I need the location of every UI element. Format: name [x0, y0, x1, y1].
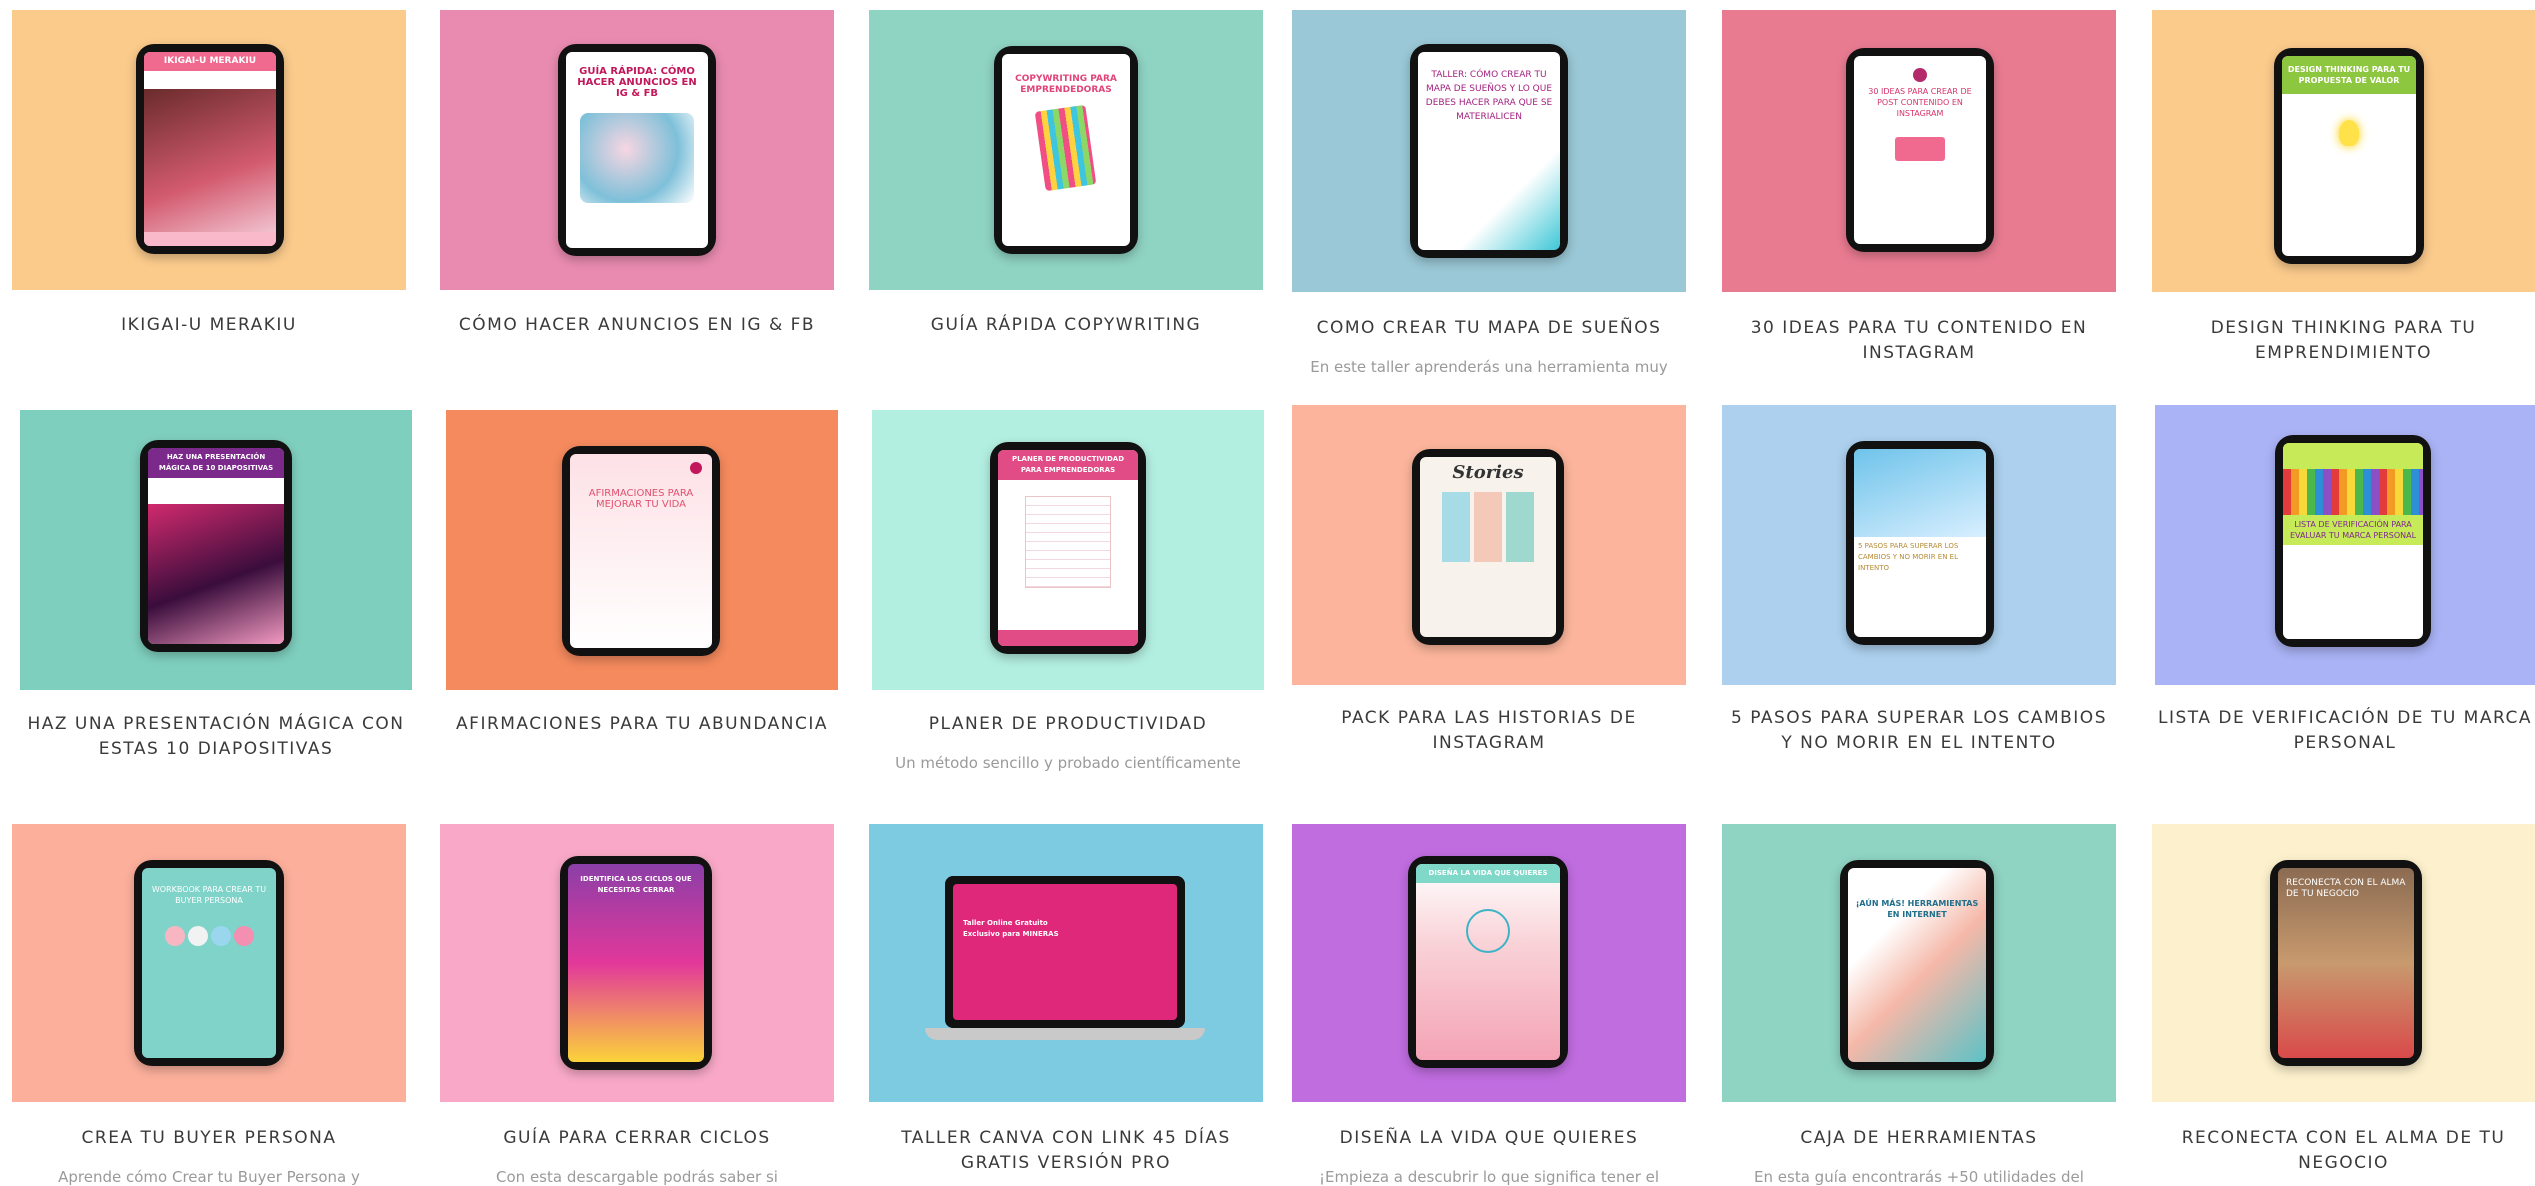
product-title[interactable]: COMO CREAR TU MAPA DE SUEÑOS: [1292, 316, 1686, 341]
screen-title: IKIGAI-U MERAKIU: [144, 52, 276, 71]
product-thumbnail[interactable]: Lista de verificación para evaluar tu ma…: [2155, 405, 2535, 685]
product-title[interactable]: DESIGN THINKING PARA TU EMPRENDIMIENTO: [2152, 316, 2535, 366]
screen-title: Workbook para crear tu Buyer Persona: [151, 885, 267, 905]
screen-title: IDENTIFICA LOS CICLOS QUE NECESITAS CERR…: [580, 875, 692, 894]
tablet-mockup: COPYWRITING PARA EMPRENDEDORAS: [994, 46, 1138, 254]
screen-title: DISEÑA LA VIDA QUE QUIERES: [1416, 864, 1560, 883]
screen-title: Lista de verificación para evaluar tu ma…: [2283, 515, 2423, 545]
product-title[interactable]: CREA TU BUYER PERSONA: [12, 1126, 406, 1151]
screen-title: RECONECTA CON EL ALMA DE TU NEGOCIO: [2286, 878, 2406, 899]
product-title[interactable]: RECONECTA CON EL ALMA DE TU NEGOCIO: [2152, 1126, 2535, 1176]
product-title[interactable]: DISEÑA LA VIDA QUE QUIERES: [1292, 1126, 1686, 1151]
product-thumbnail[interactable]: Taller Online Gratuito Exclusivo para MI…: [869, 824, 1263, 1102]
product-thumbnail[interactable]: DISEÑA LA VIDA QUE QUIERES: [1292, 824, 1686, 1102]
screen-title: HAZ UNA PRESENTACIÓN MÁGICA DE 10 DIAPOS…: [148, 448, 284, 478]
tablet-mockup: 5 PASOS PARA SUPERAR LOS CAMBIOS Y NO MO…: [1846, 441, 1994, 645]
product-description: Un método sencillo y probado científicam…: [895, 754, 1241, 772]
product-title[interactable]: AFIRMACIONES PARA TU ABUNDANCIA: [446, 712, 838, 737]
laptop-base: [925, 1028, 1205, 1040]
screen-title: 5 PASOS PARA SUPERAR LOS CAMBIOS Y NO MO…: [1858, 542, 1959, 572]
product-title[interactable]: GUÍA PARA CERRAR CICLOS: [440, 1126, 834, 1151]
laptop-mockup: Taller Online Gratuito Exclusivo para MI…: [945, 876, 1185, 1028]
tablet-mockup: DESIGN THINKING PARA TU PROPUESTA DE VAL…: [2274, 48, 2424, 264]
product-title[interactable]: CÓMO HACER ANUNCIOS EN IG & FB: [440, 313, 834, 338]
product-thumbnail[interactable]: AFIRMACIONES PARA MEJORAR TU VIDA: [446, 410, 838, 690]
product-thumbnail[interactable]: 5 PASOS PARA SUPERAR LOS CAMBIOS Y NO MO…: [1722, 405, 2116, 685]
product-thumbnail[interactable]: RECONECTA CON EL ALMA DE TU NEGOCIO: [2152, 824, 2535, 1102]
product-thumbnail[interactable]: HAZ UNA PRESENTACIÓN MÁGICA DE 10 DIAPOS…: [20, 410, 412, 690]
screen-title: PLANER DE PRODUCTIVIDAD PARA EMPRENDEDOR…: [998, 450, 1138, 480]
tablet-mockup: PLANER DE PRODUCTIVIDAD PARA EMPRENDEDOR…: [990, 442, 1146, 654]
screen-title: 30 ideas para crear de post contenido en…: [1868, 87, 1972, 118]
tablet-mockup: Workbook para crear tu Buyer Persona: [134, 860, 284, 1066]
screen-title: AFIRMACIONES PARA MEJORAR TU VIDA: [588, 488, 694, 510]
product-thumbnail[interactable]: DESIGN THINKING PARA TU PROPUESTA DE VAL…: [2152, 10, 2535, 292]
tablet-mockup: DISEÑA LA VIDA QUE QUIERES: [1408, 856, 1568, 1068]
tablet-mockup: HAZ UNA PRESENTACIÓN MÁGICA DE 10 DIAPOS…: [140, 440, 292, 652]
tablet-mockup: ¡Aún más! HERRAMIENTAS EN INTERNET: [1840, 860, 1994, 1070]
product-title[interactable]: GUÍA RÁPIDA COPYWRITING: [869, 313, 1263, 338]
product-thumbnail[interactable]: ¡Aún más! HERRAMIENTAS EN INTERNET: [1722, 824, 2116, 1102]
product-title[interactable]: CAJA DE HERRAMIENTAS: [1722, 1126, 2116, 1151]
tablet-mockup: 30 ideas para crear de post contenido en…: [1846, 48, 1994, 252]
product-thumbnail[interactable]: IDENTIFICA LOS CICLOS QUE NECESITAS CERR…: [440, 824, 834, 1102]
product-title[interactable]: HAZ UNA PRESENTACIÓN MÁGICA CON ESTAS 10…: [20, 712, 412, 762]
product-thumbnail[interactable]: Workbook para crear tu Buyer Persona: [12, 824, 406, 1102]
tablet-mockup: IKIGAI-U MERAKIU: [136, 44, 284, 254]
screen-title: COPYWRITING PARA EMPRENDEDORAS: [1015, 74, 1117, 95]
tablet-mockup: TALLER: CÓMO CREAR TU MAPA DE SUEÑOS Y L…: [1410, 44, 1568, 258]
screen-title: GUÍA RÁPIDA: Cómo hacer anuncios en IG &…: [577, 66, 697, 99]
screen-title: Stories: [1452, 462, 1524, 483]
product-title[interactable]: IKIGAI-U MERAKIU: [12, 313, 406, 338]
product-description: En este taller aprenderás una herramient…: [1310, 358, 1668, 376]
product-title[interactable]: TALLER CANVA CON LINK 45 DÍAS GRATIS VER…: [869, 1126, 1263, 1176]
product-thumbnail[interactable]: TALLER: CÓMO CREAR TU MAPA DE SUEÑOS Y L…: [1292, 10, 1686, 292]
product-description: Aprende cómo Crear tu Buyer Persona y: [58, 1168, 360, 1186]
tablet-mockup: IDENTIFICA LOS CICLOS QUE NECESITAS CERR…: [560, 856, 712, 1070]
product-description: Con esta descargable podrás saber si: [496, 1168, 778, 1186]
tablet-mockup: Lista de verificación para evaluar tu ma…: [2275, 435, 2431, 647]
product-title[interactable]: 5 PASOS PARA SUPERAR LOS CAMBIOS Y NO MO…: [1722, 706, 2116, 756]
product-description: ¡Empieza a descubrir lo que significa te…: [1318, 1168, 1660, 1186]
product-thumbnail[interactable]: Stories: [1292, 405, 1686, 685]
product-thumbnail[interactable]: IKIGAI-U MERAKIU: [12, 10, 406, 290]
screen-title: ¡Aún más! HERRAMIENTAS EN INTERNET: [1855, 899, 1979, 919]
screen-title: TALLER: CÓMO CREAR TU MAPA DE SUEÑOS Y L…: [1425, 70, 1553, 122]
tablet-mockup: Stories: [1412, 449, 1564, 645]
product-thumbnail[interactable]: COPYWRITING PARA EMPRENDEDORAS: [869, 10, 1263, 290]
product-thumbnail[interactable]: GUÍA RÁPIDA: Cómo hacer anuncios en IG &…: [440, 10, 834, 290]
product-title[interactable]: PACK PARA LAS HISTORIAS DE INSTAGRAM: [1292, 706, 1686, 756]
screen-title: DESIGN THINKING PARA TU PROPUESTA DE VAL…: [2282, 56, 2416, 94]
product-title[interactable]: PLANER DE PRODUCTIVIDAD: [872, 712, 1264, 737]
screen-title: Taller Online Gratuito Exclusivo para MI…: [963, 919, 1059, 938]
tablet-mockup: GUÍA RÁPIDA: Cómo hacer anuncios en IG &…: [558, 44, 716, 256]
tablet-mockup: AFIRMACIONES PARA MEJORAR TU VIDA: [562, 446, 720, 656]
product-description: En esta guía encontrarás +50 utilidades …: [1754, 1168, 2084, 1186]
tablet-mockup: RECONECTA CON EL ALMA DE TU NEGOCIO: [2270, 860, 2422, 1066]
product-title[interactable]: 30 IDEAS PARA TU CONTENIDO EN INSTAGRAM: [1722, 316, 2116, 366]
product-thumbnail[interactable]: PLANER DE PRODUCTIVIDAD PARA EMPRENDEDOR…: [872, 410, 1264, 690]
product-title[interactable]: LISTA DE VERIFICACIÓN DE TU MARCA PERSON…: [2155, 706, 2535, 756]
product-thumbnail[interactable]: 30 ideas para crear de post contenido en…: [1722, 10, 2116, 292]
